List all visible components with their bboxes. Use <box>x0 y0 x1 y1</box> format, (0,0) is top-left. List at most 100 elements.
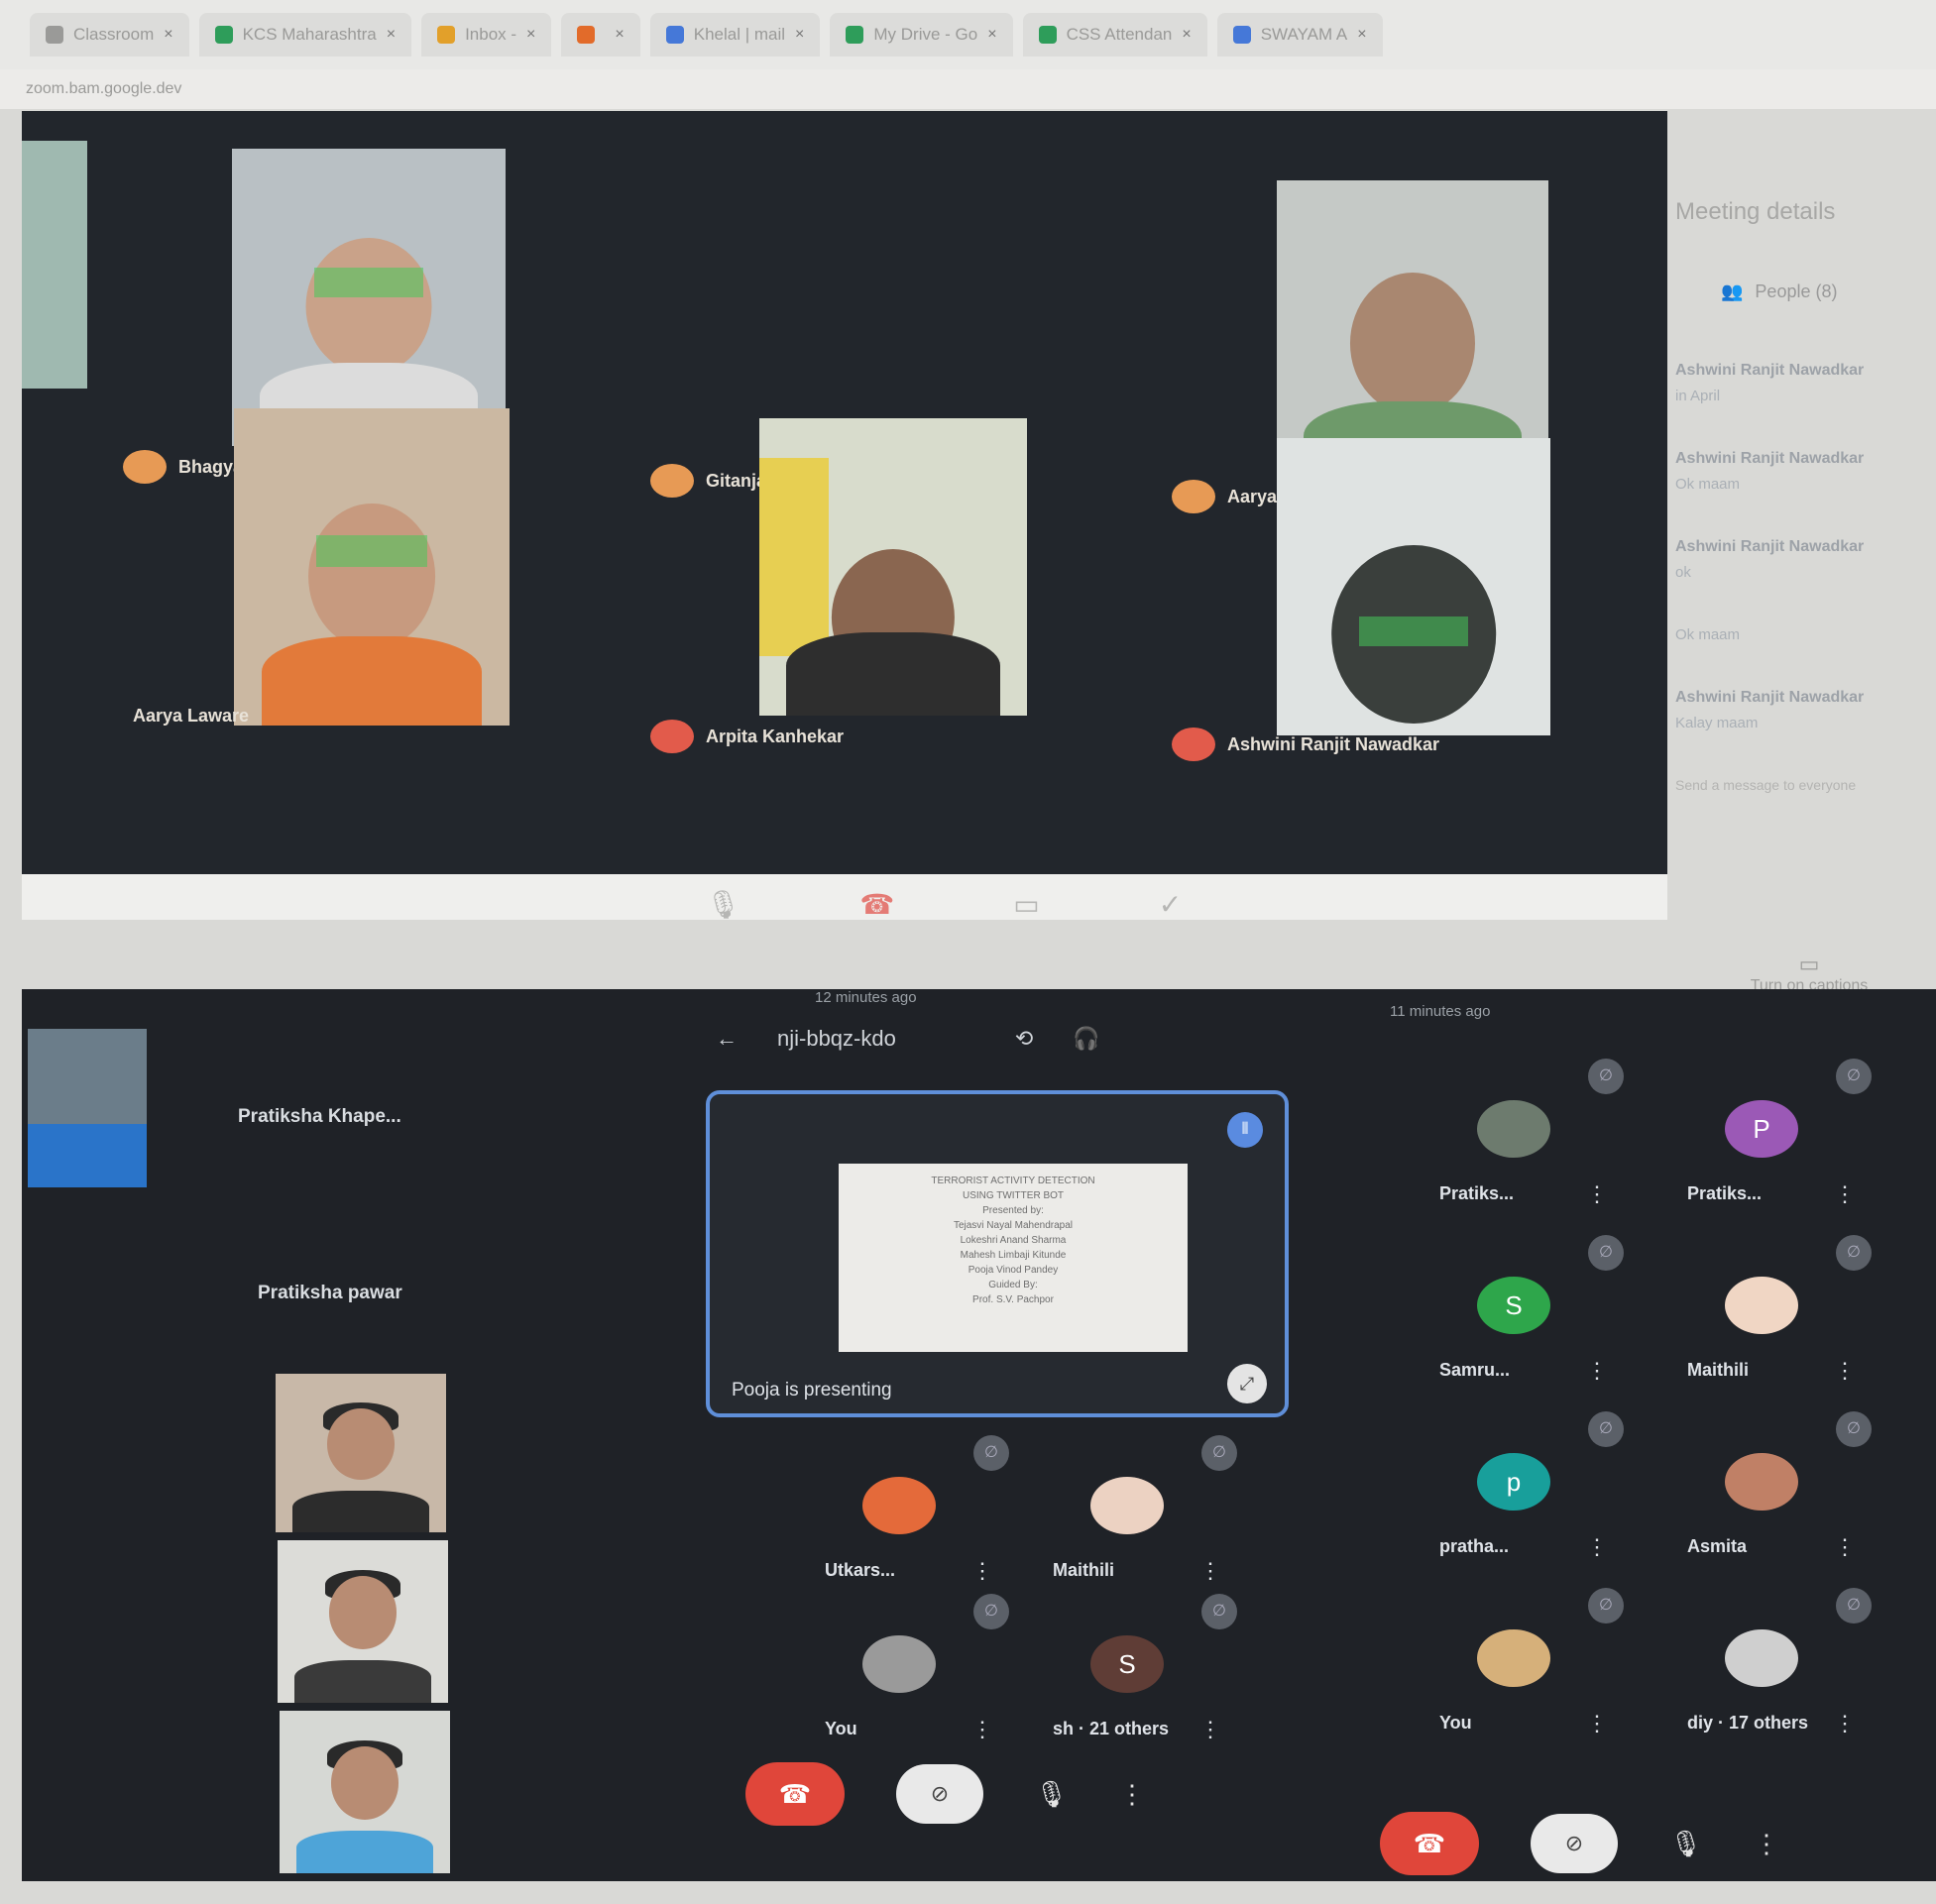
participant-tile[interactable]: ∅ Asmita ⋮ <box>1657 1411 1885 1590</box>
address-bar[interactable]: zoom.bam.google.dev <box>0 69 1936 109</box>
participant-menu-icon[interactable]: ⋮ <box>1834 1181 1856 1207</box>
participant-tile[interactable]: ∅ You ⋮ <box>795 1594 1023 1772</box>
participant-menu-icon[interactable]: ⋮ <box>1834 1358 1856 1384</box>
end-call-button[interactable]: ☎ <box>745 1762 845 1826</box>
participant-tile[interactable]: ∅ Pratiks... ⋮ <box>1410 1059 1638 1237</box>
participant-menu-icon[interactable]: ⋮ <box>1586 1711 1608 1736</box>
participant-name: Maithili <box>1687 1360 1749 1380</box>
avatar <box>1725 1277 1798 1334</box>
chat-message: Ashwini Ranjit Nawadkar Kalay maam <box>1675 689 1936 731</box>
back-arrow-icon[interactable]: ← <box>716 1026 738 1052</box>
more-options-icon[interactable]: ⋮ <box>1754 1829 1779 1859</box>
browser-tab[interactable]: SWAYAM A × <box>1216 13 1383 56</box>
participant-menu-icon[interactable]: ⋮ <box>1586 1534 1608 1560</box>
chat-text: ok <box>1675 564 1691 581</box>
camera-icon[interactable]: ▭ <box>1013 888 1039 921</box>
participant-menu-icon[interactable]: ⋮ <box>971 1558 993 1584</box>
participant-name: Aarya Laware <box>133 706 250 726</box>
mic-muted-icon: ∅ <box>973 1435 1009 1471</box>
people-tab[interactable]: 👥 People (8) <box>1721 281 1936 302</box>
avatar <box>650 720 694 753</box>
chat-input-hint[interactable]: Send a message to everyone <box>1675 777 1936 793</box>
camera-off-button[interactable]: ⊘ <box>1531 1814 1618 1873</box>
participant-menu-icon[interactable]: ⋮ <box>1834 1711 1856 1736</box>
participant-name: diy · 17 others <box>1687 1713 1809 1733</box>
participant-name: pratha... <box>1439 1536 1510 1556</box>
participant-tile[interactable]: ∅ p pratha... ⋮ <box>1410 1411 1638 1590</box>
browser-tab[interactable]: × <box>561 13 640 56</box>
tab-close-icon[interactable]: × <box>526 26 535 44</box>
time-ago-right: 11 minutes ago <box>1390 1003 1491 1020</box>
mic-muted-icon: ∅ <box>1836 1411 1872 1447</box>
participant-tile[interactable]: ∅ diy · 17 others ⋮ <box>1657 1588 1885 1766</box>
participant-name: You <box>825 1719 857 1738</box>
chat-text: Kalay maam <box>1675 715 1759 731</box>
participant-name: Utkars... <box>825 1560 896 1580</box>
mic-button[interactable]: 🎙 <box>1669 1829 1702 1859</box>
participant-menu-icon[interactable]: ⋮ <box>1586 1181 1608 1207</box>
browser-tab[interactable]: Classroom × <box>30 13 189 56</box>
mic-icon[interactable]: 🎙 <box>706 888 741 921</box>
tab-favicon-icon <box>437 26 456 44</box>
more-options-icon[interactable]: ⋮ <box>1119 1779 1145 1810</box>
people-label: People (8) <box>1755 281 1838 301</box>
mic-button[interactable]: 🎙 <box>1035 1779 1068 1810</box>
participant-menu-icon[interactable]: ⋮ <box>1586 1358 1608 1384</box>
mic-muted-icon: ∅ <box>1836 1059 1872 1094</box>
tab-label: Khelal | mail <box>693 25 786 44</box>
browser-tab[interactable]: Inbox - × <box>421 13 552 56</box>
tab-close-icon[interactable]: × <box>1182 26 1191 44</box>
tab-close-icon[interactable]: × <box>987 26 996 44</box>
participant-tile[interactable]: ∅ Maithili ⋮ <box>1023 1435 1251 1614</box>
participant-tile[interactable]: ∅ Ssh · 21 others ⋮ <box>1023 1594 1251 1772</box>
participant-tile[interactable]: ∅ Utkars... ⋮ <box>795 1435 1023 1614</box>
participant-menu-icon[interactable]: ⋮ <box>1834 1534 1856 1560</box>
video-thumbnail <box>28 1029 147 1187</box>
browser-tab[interactable]: KCS Maharashtra × <box>198 13 412 56</box>
participant-name: Asmita <box>1687 1536 1748 1556</box>
phone-meeting-header: 12 minutes ago ← nji-bbqz-kdo ⟲ 🎧 11 min… <box>716 989 1490 1068</box>
chat-message: Ok maam <box>1675 626 1936 643</box>
tab-close-icon[interactable]: × <box>1357 26 1366 44</box>
participant-tile[interactable]: ∅ S Samru... ⋮ <box>1410 1235 1638 1413</box>
tab-favicon-icon <box>577 26 596 44</box>
participant-tile[interactable]: ∅ You ⋮ <box>1410 1588 1638 1766</box>
tab-label: Classroom <box>73 25 155 44</box>
camera-off-button[interactable]: ⊘ <box>896 1764 983 1824</box>
tab-close-icon[interactable]: × <box>615 26 624 44</box>
participant-tile[interactable]: ∅ Maithili ⋮ <box>1657 1235 1885 1413</box>
presentation-tile[interactable]: ⦀ TERRORIST ACTIVITY DETECTION USING TWIT… <box>706 1090 1289 1417</box>
video-thumbnail <box>280 1711 450 1873</box>
participant-list-item[interactable]: Pratiksha pawar <box>258 1283 402 1304</box>
tab-close-icon[interactable]: × <box>164 26 172 44</box>
avatar <box>1477 1100 1550 1158</box>
tab-label: CSS Attendan <box>1066 25 1173 44</box>
participant-tile[interactable]: ∅ P Pratiks... ⋮ <box>1657 1059 1885 1237</box>
browser-tab[interactable]: My Drive - Go × <box>830 13 1013 56</box>
participant-list-item[interactable]: Pratiksha Khape... <box>238 1106 401 1128</box>
participant-menu-icon[interactable]: ⋮ <box>1199 1558 1221 1584</box>
check-icon[interactable]: ✓ <box>1159 888 1182 921</box>
fullscreen-icon[interactable]: ⤢ <box>1227 1364 1267 1403</box>
browser-tab[interactable]: CSS Attendan × <box>1022 13 1207 56</box>
browser-tab[interactable]: Khelal | mail × <box>649 13 821 56</box>
chat-message: Ashwini Ranjit Nawadkar in April <box>1675 362 1936 404</box>
switch-camera-icon[interactable]: ⟲ <box>1015 1026 1033 1052</box>
audio-output-icon[interactable]: 🎧 <box>1073 1026 1099 1052</box>
tab-close-icon[interactable]: × <box>387 26 396 44</box>
end-call-icon[interactable]: ☎ <box>859 888 894 921</box>
mic-muted-icon: ∅ <box>1836 1235 1872 1271</box>
end-call-button[interactable]: ☎ <box>1380 1812 1479 1875</box>
people-icon: 👥 <box>1721 281 1744 301</box>
slide-line: Pooja Vinod Pandey <box>968 1265 1059 1276</box>
mic-muted-icon: ∅ <box>973 1594 1009 1629</box>
participant-menu-icon[interactable]: ⋮ <box>1199 1717 1221 1742</box>
call-controls: ☎ ⊘ 🎙 ⋮ <box>745 1762 1145 1826</box>
participant-menu-icon[interactable]: ⋮ <box>971 1717 993 1742</box>
mic-muted-icon: ∅ <box>1588 1059 1624 1094</box>
avatar <box>1477 1629 1550 1687</box>
tab-close-icon[interactable]: × <box>795 26 804 44</box>
avatar: P <box>1725 1100 1798 1158</box>
presentation-slide: TERRORIST ACTIVITY DETECTION USING TWITTE… <box>839 1164 1188 1352</box>
participant-name: Samru... <box>1439 1360 1511 1380</box>
